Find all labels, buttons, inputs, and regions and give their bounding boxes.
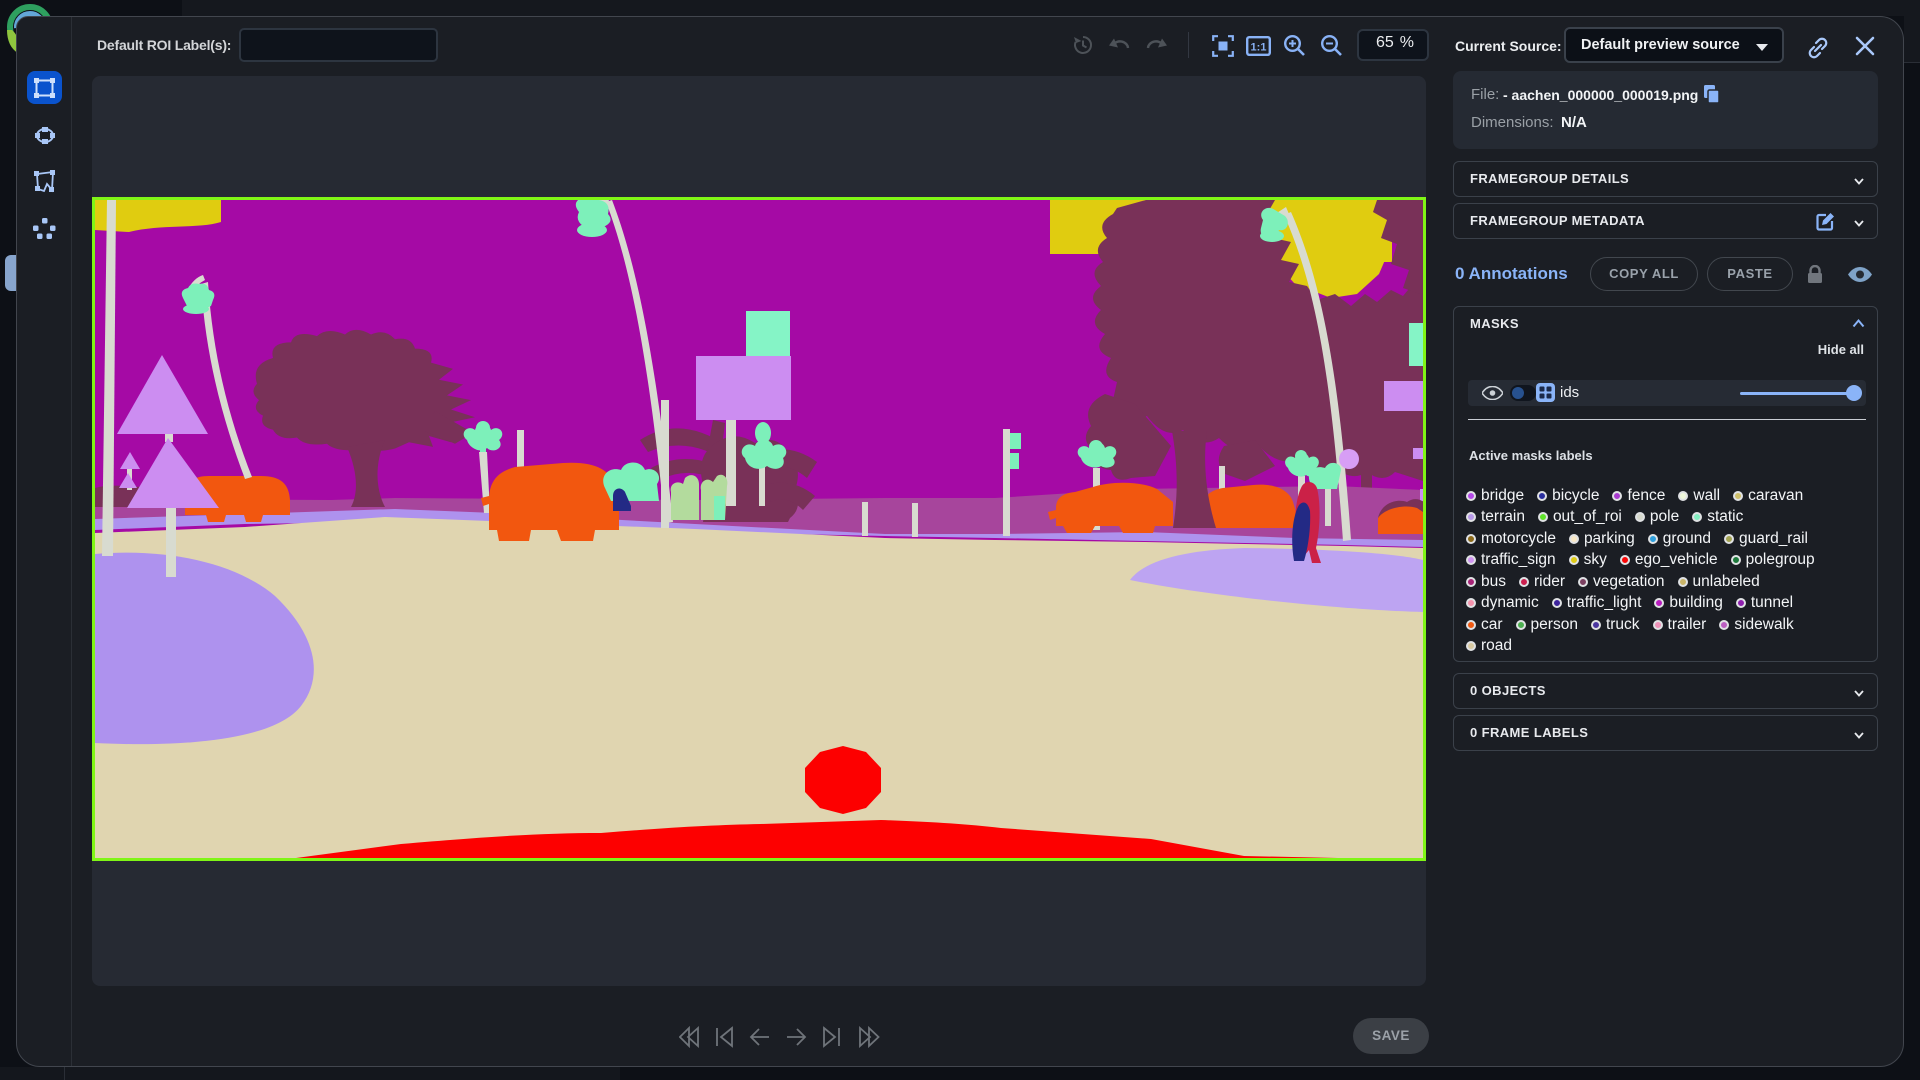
svg-text:1:1: 1:1 bbox=[1251, 42, 1267, 54]
